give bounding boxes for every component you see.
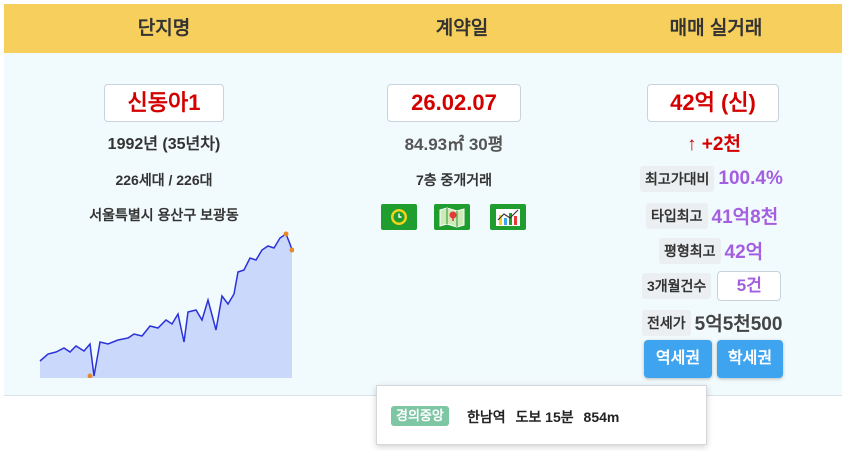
floor-deal-type: 7층 중개거래 <box>415 172 493 188</box>
station-info: 한남역 도보 15분 854m <box>467 407 625 427</box>
sparkline-area <box>40 234 292 378</box>
contract-date: 26.02.07 <box>387 84 521 122</box>
max-price-ratio-row: 최고가대비 100.4% <box>640 166 783 192</box>
jeonse-label: 전세가 <box>642 309 691 336</box>
three-month-count-button[interactable]: 5건 <box>717 271 782 301</box>
school-area-button[interactable]: 학세권 <box>717 340 783 378</box>
price-sparkline <box>39 231 294 378</box>
pyeong-max-label: 평형최고 <box>659 237 721 264</box>
household-count: 226세대 / 226대 <box>115 172 213 188</box>
three-month-count-row: 3개월건수 5건 <box>642 271 782 301</box>
station-distance: 854m <box>583 409 620 425</box>
walk-time: 도보 15분 <box>515 409 574 425</box>
header-contract-date: 계약일 <box>435 18 489 39</box>
chart-icon[interactable] <box>490 204 526 230</box>
jeonse-value: 5억5천500 <box>694 314 783 335</box>
table-header: 단지명 계약일 매매 실거래 <box>4 4 842 53</box>
jeonse-row: 전세가 5억5천500 <box>642 309 782 336</box>
clock-icon[interactable] <box>381 204 417 230</box>
subway-line-badge: 경의중앙 <box>391 406 449 426</box>
pyeong-max-value: 42억 <box>724 242 764 263</box>
map-icon[interactable] <box>434 204 470 230</box>
header-trade: 매매 실거래 <box>669 18 763 39</box>
max-price-ratio-label: 최고가대비 <box>640 166 715 192</box>
max-price-ratio-value: 100.4% <box>718 168 783 189</box>
build-year: 1992년 (35년차) <box>107 136 221 153</box>
complex-address: 서울특별시 용산구 보광동 <box>89 207 239 223</box>
trade-price: 42억 (신) <box>647 84 779 122</box>
area-size: 84.93㎡ 30평 <box>404 135 504 154</box>
price-change: ↑ +2천 <box>687 134 741 155</box>
complex-name-button[interactable]: 신동아1 <box>104 84 224 122</box>
station-area-button[interactable]: 역세권 <box>644 340 712 378</box>
station-tooltip: 경의중앙 한남역 도보 15분 854m <box>376 385 707 445</box>
sparkline-max-point <box>283 231 289 237</box>
station-name: 한남역 <box>467 409 506 425</box>
header-complex-name: 단지명 <box>137 18 191 39</box>
three-month-count-label: 3개월건수 <box>642 273 712 299</box>
type-max-label: 타입최고 <box>646 202 708 229</box>
pyeong-max-row: 평형최고 42억 <box>659 237 763 264</box>
type-max-value: 41억8천 <box>711 207 779 228</box>
type-max-row: 타입최고 41억8천 <box>646 202 778 229</box>
